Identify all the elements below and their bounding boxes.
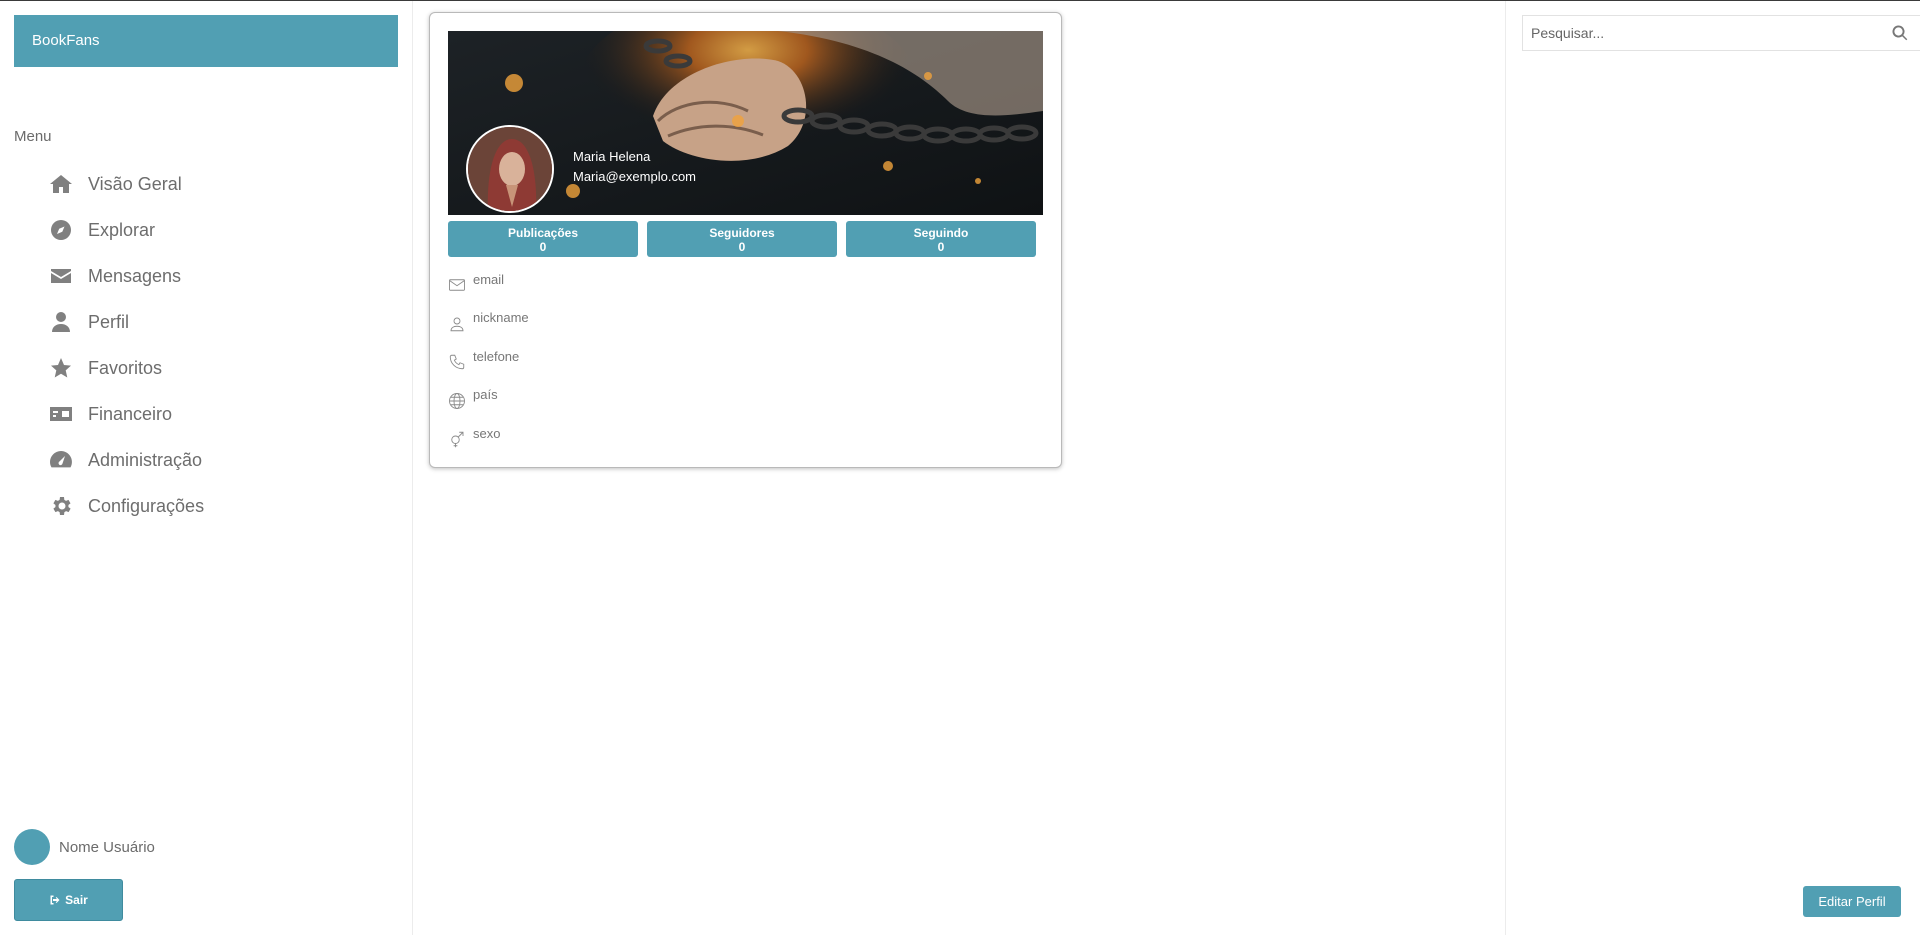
stat-label: Publicações bbox=[507, 226, 579, 240]
gear-icon bbox=[48, 493, 74, 519]
sidebar-item-label: Explorar bbox=[88, 219, 156, 240]
stat-label: Seguindo bbox=[913, 226, 969, 240]
globe-icon bbox=[449, 392, 465, 409]
stat-seguindo[interactable]: Seguindo 0 bbox=[846, 221, 1036, 257]
search-bar bbox=[1522, 15, 1920, 51]
money-bill-icon bbox=[48, 401, 74, 427]
info-sexo: sexo bbox=[448, 420, 529, 459]
sidebar-item-label: Perfil bbox=[88, 311, 130, 332]
user-name: Nome Usuário bbox=[59, 838, 155, 856]
profile-avatar[interactable] bbox=[466, 125, 554, 213]
info-nickname: nickname bbox=[448, 305, 529, 344]
profile-stats: Publicações 0 Seguidores 0 Seguindo 0 bbox=[448, 221, 1044, 257]
stat-value: 0 bbox=[937, 240, 945, 254]
sidebar-item-label: Configurações bbox=[88, 495, 205, 516]
stat-seguidores[interactable]: Seguidores 0 bbox=[647, 221, 837, 257]
gender-icon bbox=[451, 432, 464, 448]
sidebar-item-perfil[interactable]: Perfil bbox=[48, 299, 378, 345]
compass-icon bbox=[48, 217, 74, 243]
stat-value: 0 bbox=[539, 240, 547, 254]
info-email: email bbox=[448, 266, 529, 305]
sidebar-item-label: Administração bbox=[88, 449, 203, 470]
profile-photo bbox=[468, 127, 552, 211]
info-label: sexo bbox=[473, 425, 501, 441]
sidebar: BookFans Menu Visão Geral Explorar Mensa… bbox=[0, 1, 413, 935]
sidebar-item-label: Mensagens bbox=[88, 265, 182, 286]
cover-image: Maria Helena Maria@exemplo.com bbox=[448, 31, 1043, 215]
sidebar-item-configuracoes[interactable]: Configurações bbox=[48, 483, 378, 529]
profile-card: Maria Helena Maria@exemplo.com Publicaçõ… bbox=[429, 12, 1062, 468]
profile-info-list: email nickname telefone país sexo bbox=[448, 266, 529, 459]
sidebar-item-mensagens[interactable]: Mensagens bbox=[48, 253, 378, 299]
search-icon[interactable] bbox=[1880, 24, 1920, 42]
stat-label: Seguidores bbox=[709, 226, 775, 240]
stat-publicacoes[interactable]: Publicações 0 bbox=[448, 221, 638, 257]
envelope-outline-icon bbox=[449, 279, 465, 291]
logout-button[interactable]: Sair bbox=[14, 879, 123, 921]
sidebar-item-explorar[interactable]: Explorar bbox=[48, 207, 378, 253]
sidebar-item-label: Favoritos bbox=[88, 357, 163, 378]
person-outline-icon bbox=[450, 317, 464, 331]
profile-name: Maria Helena bbox=[573, 149, 651, 164]
dashboard-gauge-icon bbox=[48, 447, 74, 473]
brand-logo[interactable]: BookFans bbox=[14, 15, 398, 67]
star-icon bbox=[48, 355, 74, 381]
sign-out-icon bbox=[50, 895, 60, 905]
edit-profile-button[interactable]: Editar Perfil bbox=[1803, 886, 1901, 917]
sidebar-item-favoritos[interactable]: Favoritos bbox=[48, 345, 378, 391]
user-icon bbox=[48, 309, 74, 335]
sidebar-item-administracao[interactable]: Administração bbox=[48, 437, 378, 483]
info-label: país bbox=[473, 387, 498, 403]
avatar[interactable] bbox=[14, 829, 50, 865]
profile-email: Maria@exemplo.com bbox=[573, 169, 697, 184]
info-telefone: telefone bbox=[448, 343, 529, 382]
search-input[interactable] bbox=[1523, 16, 1880, 50]
info-label: email bbox=[473, 271, 505, 287]
sidebar-nav: Visão Geral Explorar Mensagens Perfil Fa… bbox=[48, 161, 378, 529]
right-panel: Editar Perfil bbox=[1507, 1, 1920, 935]
user-info: Nome Usuário bbox=[14, 829, 155, 865]
stat-value: 0 bbox=[738, 240, 746, 254]
phone-icon bbox=[449, 355, 465, 370]
sidebar-item-label: Financeiro bbox=[88, 403, 173, 424]
sidebar-item-label: Visão Geral bbox=[88, 173, 182, 194]
home-icon bbox=[48, 171, 74, 197]
main-content: Maria Helena Maria@exemplo.com Publicaçõ… bbox=[413, 1, 1506, 935]
menu-title: Menu bbox=[14, 128, 52, 145]
sidebar-item-financeiro[interactable]: Financeiro bbox=[48, 391, 378, 437]
envelope-icon bbox=[48, 263, 74, 289]
info-label: telefone bbox=[473, 348, 520, 364]
info-label: nickname bbox=[473, 310, 529, 326]
info-pais: país bbox=[448, 382, 529, 421]
logout-label: Sair bbox=[65, 893, 88, 907]
sidebar-item-visao-geral[interactable]: Visão Geral bbox=[48, 161, 378, 207]
